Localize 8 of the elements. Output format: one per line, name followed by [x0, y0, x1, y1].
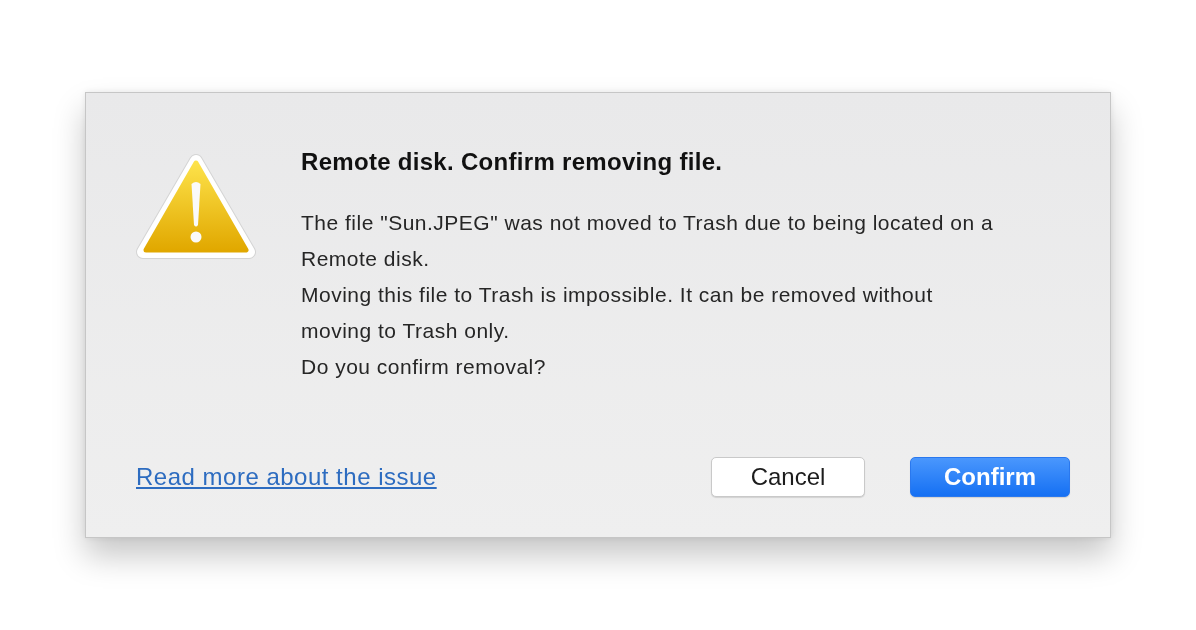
read-more-link[interactable]: Read more about the issue	[136, 463, 437, 491]
message-text: Moving this file to Trash is impossible. It can be removed without moving to Trash only.	[301, 282, 934, 344]
confirm-button[interactable]: Confirm	[910, 457, 1070, 497]
warning-icon	[136, 153, 256, 261]
dialog-title: Remote disk. Confirm removing file.	[301, 147, 724, 177]
cancel-button[interactable]: Cancel	[711, 457, 865, 497]
message-text: Do you confirm removal?	[301, 354, 547, 380]
message-text: The file "Sun.JPEG" was not moved to Trash due to being located on a Remote disk.	[301, 210, 995, 272]
